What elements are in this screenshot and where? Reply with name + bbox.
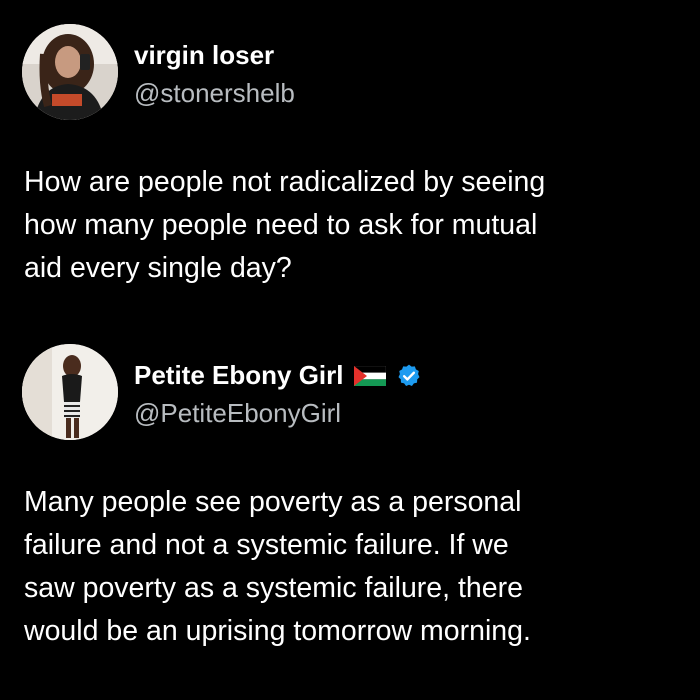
avatar-photo-icon xyxy=(22,24,118,120)
tweet-text-line: aid every single day? xyxy=(24,252,292,284)
avatar-photo-icon xyxy=(22,344,118,440)
tweet-text-line: How are people not radicalized by seeing xyxy=(24,166,546,198)
tweet-card-1: virgin loser @stonershelb How are people… xyxy=(0,20,700,284)
tweet-text-line: Many people see poverty as a personal xyxy=(24,486,522,518)
tweet-header: Petite Ebony Girl @PetiteEbonyGirl xyxy=(0,340,700,440)
tweet-text: Many people see poverty as a personal fa… xyxy=(24,481,684,653)
name-row: Petite Ebony Girl xyxy=(134,360,422,391)
display-name[interactable]: virgin loser xyxy=(134,40,274,71)
tweet-text: How are people not radicalized by seeing… xyxy=(24,161,684,290)
display-name[interactable]: Petite Ebony Girl xyxy=(134,360,344,391)
user-handle[interactable]: @PetiteEbonyGirl xyxy=(134,398,341,429)
tweet-text-line: would be an uprising tomorrow morning. xyxy=(24,615,531,647)
name-row: virgin loser xyxy=(134,40,274,71)
tweet-text-line: failure and not a systemic failure. If w… xyxy=(24,529,509,561)
user-handle[interactable]: @stonershelb xyxy=(134,78,295,109)
avatar-virgin-loser[interactable] xyxy=(22,24,118,120)
tweet-header: virgin loser @stonershelb xyxy=(0,20,700,120)
tweet-text-line: how many people need to ask for mutual xyxy=(24,209,538,241)
tweet-text-line: saw poverty as a systemic failure, there xyxy=(24,572,523,604)
verified-badge-icon[interactable] xyxy=(396,363,422,389)
tweet-card-2: Petite Ebony Girl @PetiteEbonyGirl Many … xyxy=(0,340,700,647)
avatar-petite-ebony-girl[interactable] xyxy=(22,344,118,440)
palestine-flag-icon xyxy=(353,365,386,386)
